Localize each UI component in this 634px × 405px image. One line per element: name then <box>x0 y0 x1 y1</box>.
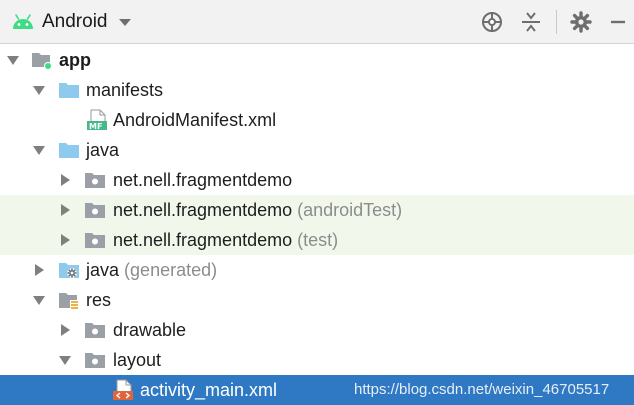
chevron-right-icon[interactable] <box>58 173 72 187</box>
generated-folder-icon <box>59 263 79 278</box>
tree-label-manifests: manifests <box>86 80 164 100</box>
chevron-down-icon <box>118 19 131 26</box>
project-view-selector[interactable]: Android <box>10 6 132 38</box>
tree-row-drawable[interactable]: drawable <box>0 315 634 345</box>
tree-label-package-main: net.nell.fragmentdemo <box>113 170 293 190</box>
tree-row-package-test[interactable]: net.nell.fragmentdemo (test) <box>0 225 634 255</box>
android-icon <box>13 14 33 29</box>
folder-name: java <box>86 260 120 280</box>
tree-label-java: java <box>86 140 120 160</box>
source-folder-icon <box>59 143 79 158</box>
tree-row-app[interactable]: app <box>0 45 634 75</box>
project-view-label: Android <box>42 11 108 32</box>
package-icon <box>85 173 105 188</box>
chevron-right-icon[interactable] <box>32 263 46 277</box>
collapse-all-button[interactable] <box>517 8 545 36</box>
package-icon <box>85 203 105 218</box>
chevron-right-icon[interactable] <box>58 203 72 217</box>
chevron-down-icon[interactable] <box>32 83 46 97</box>
chevron-down-icon[interactable] <box>58 353 72 367</box>
layout-xml-file-icon <box>113 379 133 400</box>
tree-label-layout: layout <box>113 350 162 370</box>
watermark-text: https://blog.csdn.net/weixin_46705517 <box>354 381 610 398</box>
chevron-down-icon[interactable] <box>6 53 20 67</box>
tree-label-res: res <box>86 290 112 310</box>
package-icon <box>85 323 105 338</box>
tree-row-java[interactable]: java <box>0 135 634 165</box>
hide-panel-button[interactable] <box>604 8 632 36</box>
tree-row-java-generated[interactable]: java (generated) <box>0 255 634 285</box>
manifest-badge-text: MF <box>89 122 102 131</box>
tree-label-java-generated: java (generated) <box>86 259 217 281</box>
generated-suffix: (generated) <box>124 260 218 280</box>
locate-icon <box>482 12 502 32</box>
package-name: net.nell.fragmentdemo <box>113 230 293 250</box>
gear-icon <box>570 11 592 33</box>
hide-panel-icon <box>611 20 625 24</box>
chevron-right-icon[interactable] <box>58 323 72 337</box>
tree-row-android-manifest[interactable]: MF AndroidManifest.xml <box>0 105 634 135</box>
package-name: net.nell.fragmentdemo <box>113 200 293 220</box>
tree-row-activity-main[interactable]: activity_main.xml https://blog.csdn.net/… <box>0 375 634 405</box>
package-icon <box>85 233 105 248</box>
tree-row-res[interactable]: res <box>0 285 634 315</box>
tree-row-layout[interactable]: layout <box>0 345 634 375</box>
chevron-right-icon[interactable] <box>58 233 72 247</box>
folder-icon <box>59 83 79 98</box>
manifest-file-icon: MF <box>87 109 107 131</box>
project-toolbar: Android <box>0 0 634 44</box>
tree-row-manifests[interactable]: manifests <box>0 75 634 105</box>
toolbar-separator <box>556 10 557 34</box>
tree-label-activity-main: activity_main.xml <box>140 380 278 400</box>
source-set-suffix: (test) <box>297 230 339 250</box>
chevron-down-icon[interactable] <box>32 143 46 157</box>
tree-label-app: app <box>59 50 92 70</box>
tree-row-package-main[interactable]: net.nell.fragmentdemo <box>0 165 634 195</box>
settings-button[interactable] <box>567 8 595 36</box>
collapse-all-icon <box>522 12 540 32</box>
tree-label-package-test: net.nell.fragmentdemo (test) <box>113 229 338 251</box>
source-set-suffix: (androidTest) <box>297 200 403 220</box>
tree-row-package-android-test[interactable]: net.nell.fragmentdemo (androidTest) <box>0 195 634 225</box>
module-folder-icon <box>32 53 52 70</box>
tree-label-android-manifest: AndroidManifest.xml <box>113 110 277 130</box>
chevron-down-icon[interactable] <box>32 293 46 307</box>
tree-label-package-android-test: net.nell.fragmentdemo (androidTest) <box>113 199 402 221</box>
tree-label-drawable: drawable <box>113 320 187 340</box>
resource-folder-icon <box>59 293 79 310</box>
package-icon <box>85 353 105 368</box>
locate-button[interactable] <box>478 8 506 36</box>
